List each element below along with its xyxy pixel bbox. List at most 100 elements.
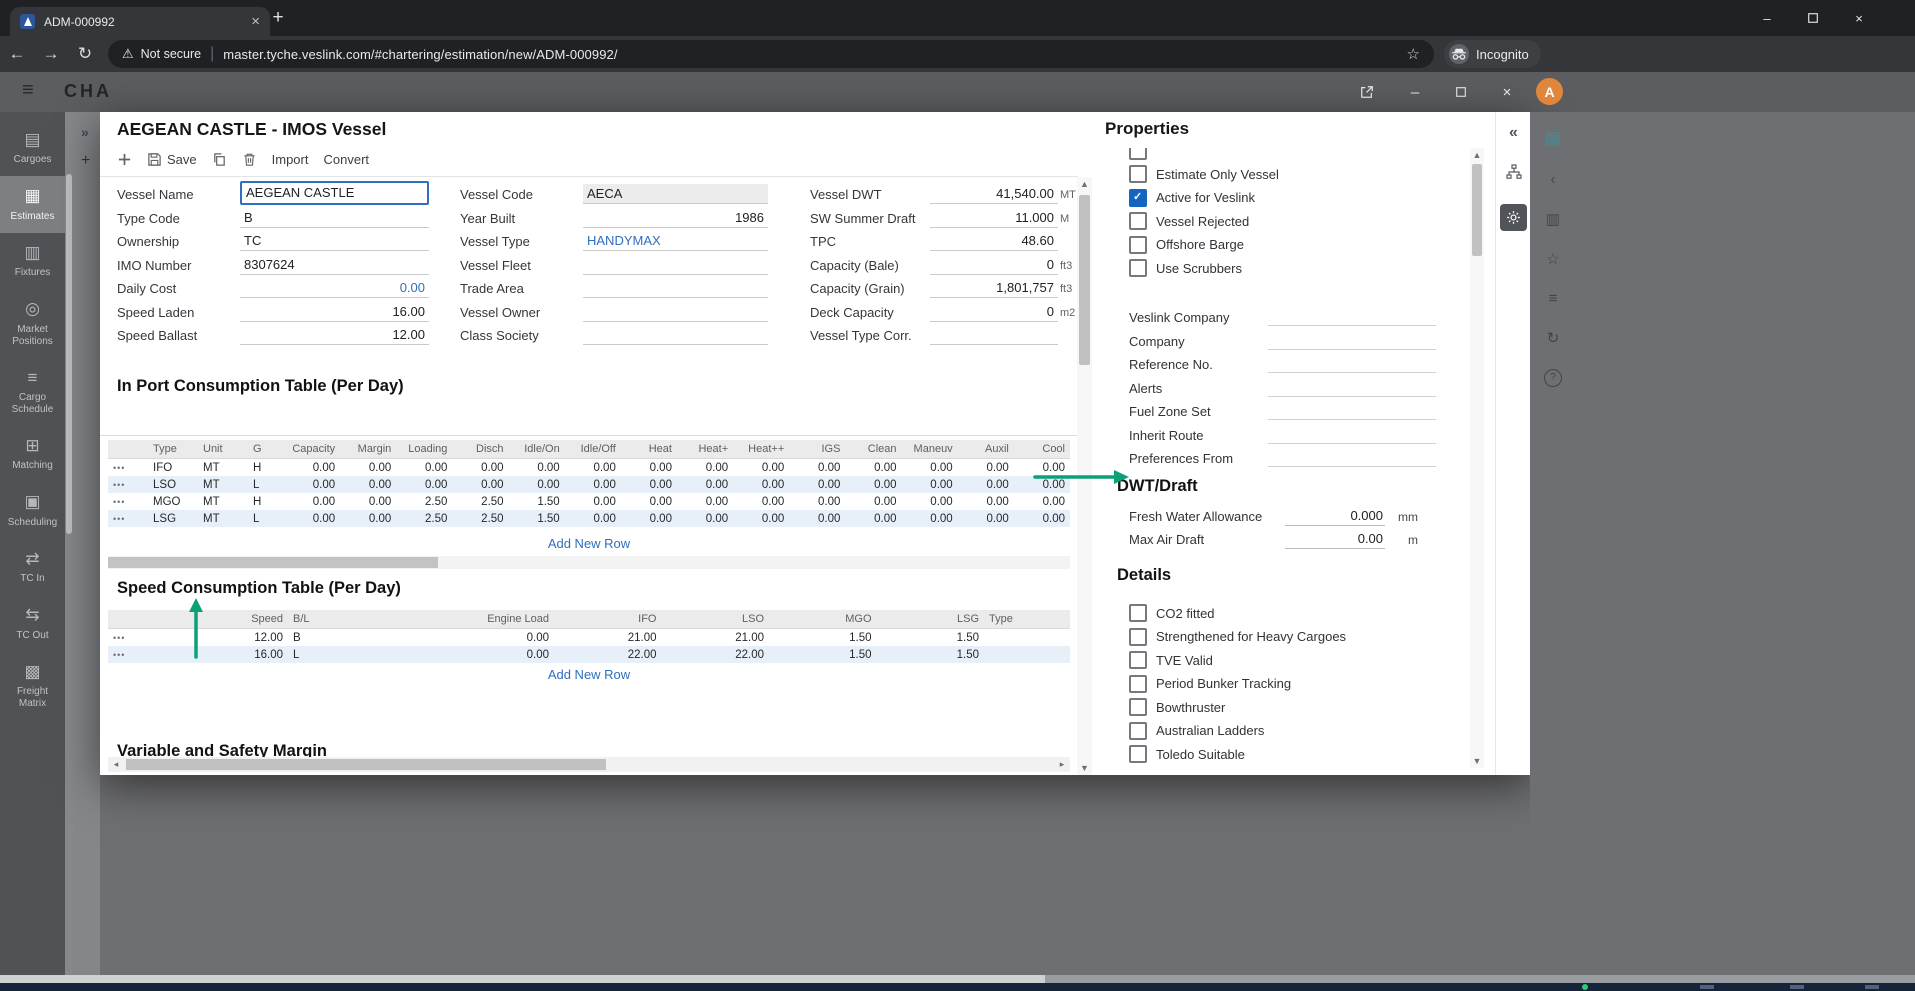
checkbox[interactable] xyxy=(1129,148,1147,160)
checkbox[interactable] xyxy=(1129,604,1147,622)
table-cell[interactable]: 0.00 xyxy=(565,510,621,527)
checkbox[interactable] xyxy=(1129,745,1147,763)
table-cell[interactable]: 0.00 xyxy=(733,459,789,477)
convert-button[interactable]: Convert xyxy=(323,152,369,167)
property-field-input[interactable] xyxy=(1268,449,1436,467)
add-new-row-link[interactable]: Add New Row xyxy=(108,536,1070,551)
scroll-up-arrow[interactable]: ▲ xyxy=(1077,179,1092,189)
table-cell[interactable]: 1.50 xyxy=(769,646,877,663)
table-cell[interactable]: 0.00 xyxy=(845,510,901,527)
checkbox[interactable] xyxy=(1129,165,1147,183)
checkbox[interactable] xyxy=(1129,651,1147,669)
browser-tab[interactable]: ADM-000992 × xyxy=(10,7,270,36)
table-cell[interactable]: 0.00 xyxy=(789,459,845,477)
row-menu-button[interactable]: ••• xyxy=(108,510,148,527)
table-cell[interactable]: 0.00 xyxy=(565,493,621,510)
table-cell[interactable]: 0.00 xyxy=(902,459,958,477)
checkbox[interactable] xyxy=(1129,628,1147,646)
column-header[interactable]: Type xyxy=(984,610,1070,629)
table-cell[interactable]: H xyxy=(248,493,284,510)
save-button[interactable]: Save xyxy=(147,152,197,167)
address-bar[interactable]: ⚠ Not secure | master.tyche.veslink.com/… xyxy=(108,40,1434,68)
star-icon[interactable]: ☆ xyxy=(1546,250,1559,268)
table-cell[interactable]: LSG xyxy=(148,510,198,527)
checkbox-row[interactable]: Active for Veslink xyxy=(1105,186,1470,210)
table-cell[interactable]: 0.00 xyxy=(452,476,508,493)
scroll-down-arrow[interactable]: ▼ xyxy=(1470,756,1484,766)
table-cell[interactable]: 0.00 xyxy=(902,493,958,510)
checkbox[interactable] xyxy=(1129,675,1147,693)
table-cell[interactable]: 1.50 xyxy=(877,629,985,647)
property-field-input[interactable] xyxy=(1268,355,1436,373)
table-cell[interactable]: 0.00 xyxy=(677,476,733,493)
background-add-icon[interactable]: + xyxy=(81,152,90,170)
checkbox-row[interactable]: Bowthruster xyxy=(1105,696,1470,720)
checkbox-row[interactable]: Strengthened for Heavy Cargoes xyxy=(1105,625,1470,649)
field-input-sw-summer-draft[interactable]: 11.000 xyxy=(930,208,1058,228)
sidebar-item-market-positions[interactable]: ◎ Market Positions xyxy=(0,289,65,357)
table-cell[interactable]: 2.50 xyxy=(452,510,508,527)
table-cell[interactable]: LSO xyxy=(148,476,198,493)
field-input-speed-ballast[interactable]: 12.00 xyxy=(240,325,429,345)
menu-hamburger-icon[interactable]: ≡ xyxy=(22,79,34,102)
chart-icon[interactable]: ▥ xyxy=(1546,210,1560,228)
field-input-vessel-dwt[interactable]: 41,540.00 xyxy=(930,184,1058,204)
table-cell[interactable]: 0.00 xyxy=(396,459,452,477)
table-cell[interactable]: 0.00 xyxy=(733,510,789,527)
row-menu-button[interactable]: ••• xyxy=(108,459,148,477)
table-cell[interactable]: 0.00 xyxy=(1014,510,1070,527)
checkbox-row[interactable]: TVE Valid xyxy=(1105,649,1470,673)
column-header[interactable]: Idle/Off xyxy=(565,440,621,459)
property-field-input[interactable] xyxy=(1268,332,1436,350)
table-cell[interactable]: 21.00 xyxy=(662,629,770,647)
field-input-ownership[interactable]: TC xyxy=(240,231,429,251)
checkbox[interactable] xyxy=(1129,698,1147,716)
table-cell[interactable] xyxy=(984,646,1070,663)
row-menu-button[interactable]: ••• xyxy=(108,646,158,663)
sidebar-item-tc-out[interactable]: ⇆ TC Out xyxy=(0,595,65,651)
column-header[interactable] xyxy=(108,440,148,459)
property-field-input[interactable] xyxy=(1268,308,1436,326)
table-cell[interactable]: 0.00 xyxy=(354,646,554,663)
field-input-vessel-name[interactable]: AEGEAN CASTLE xyxy=(240,181,429,205)
expand-panel-icon[interactable]: » xyxy=(81,124,89,140)
column-header[interactable]: Maneuv xyxy=(902,440,958,459)
field-input-vessel-type-corr[interactable] xyxy=(930,325,1058,345)
property-field-input[interactable] xyxy=(1268,402,1436,420)
column-header[interactable] xyxy=(108,610,158,629)
checkbox-row[interactable]: CO2 fitted xyxy=(1105,602,1470,626)
column-header[interactable]: IFO xyxy=(554,610,662,629)
sidebar-item-estimates[interactable]: ▦ Estimates xyxy=(0,176,65,232)
dwt-field-input[interactable]: 0.00 xyxy=(1285,529,1385,549)
table-cell[interactable]: L xyxy=(248,510,284,527)
checkbox[interactable] xyxy=(1129,212,1147,230)
table-cell[interactable]: MT xyxy=(198,476,248,493)
table-cell[interactable]: 0.00 xyxy=(733,493,789,510)
app-vertical-scrollbar[interactable] xyxy=(65,112,73,975)
table-cell[interactable]: 2.50 xyxy=(452,493,508,510)
table-cell[interactable]: 0.00 xyxy=(789,476,845,493)
checkbox[interactable] xyxy=(1129,722,1147,740)
table-cell[interactable]: 0.00 xyxy=(845,476,901,493)
column-header[interactable]: Margin xyxy=(340,440,396,459)
sidebar-item-cargo-schedule[interactable]: ≡ Cargo Schedule xyxy=(0,358,65,426)
add-button[interactable] xyxy=(117,152,132,167)
modal-maximize-button[interactable] xyxy=(1446,81,1476,103)
table-cell[interactable]: 0.00 xyxy=(452,459,508,477)
column-header[interactable]: Auxil xyxy=(958,440,1014,459)
sidebar-item-scheduling[interactable]: ▣ Scheduling xyxy=(0,482,65,538)
tab-close-icon[interactable]: × xyxy=(251,14,260,29)
column-header[interactable]: Disch xyxy=(452,440,508,459)
table-cell[interactable]: 0.00 xyxy=(284,493,340,510)
checkbox-row[interactable]: Offshore Barge xyxy=(1105,233,1470,257)
column-header[interactable]: IGS xyxy=(789,440,845,459)
scrollbar-thumb[interactable] xyxy=(1472,164,1482,256)
table-cell[interactable]: 22.00 xyxy=(554,646,662,663)
checkbox-row[interactable]: Toledo Suitable xyxy=(1105,743,1470,767)
table-cell[interactable]: 0.00 xyxy=(509,459,565,477)
page-horizontal-scrollbar[interactable] xyxy=(0,975,1915,983)
table-cell[interactable]: 0.00 xyxy=(340,510,396,527)
column-header[interactable]: Speed xyxy=(158,610,288,629)
field-input-tpc[interactable]: 48.60 xyxy=(930,231,1058,251)
checkbox[interactable] xyxy=(1129,189,1147,207)
